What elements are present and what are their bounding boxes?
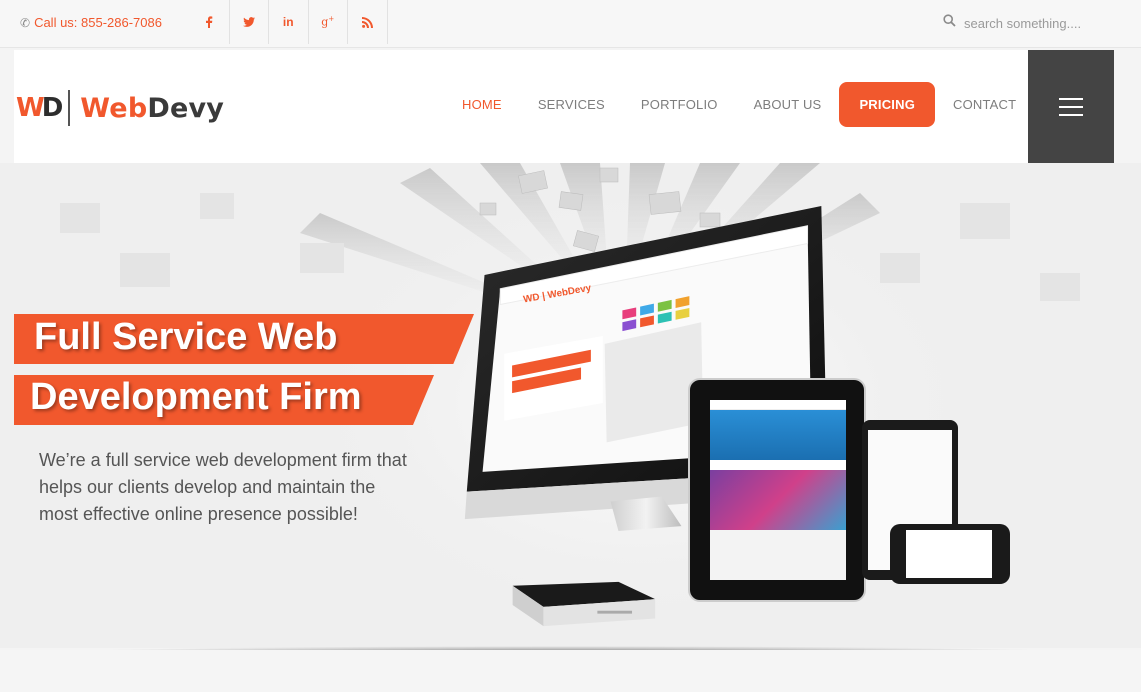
mac-mini-image: [512, 581, 656, 627]
nav-services[interactable]: SERVICES: [520, 97, 623, 112]
phone-icon: ✆: [20, 15, 31, 30]
search-icon[interactable]: [943, 14, 956, 32]
hero-description: We’re a full service web development fir…: [39, 450, 407, 524]
hero-headline-line-2: Development Firm: [30, 376, 362, 418]
search-input[interactable]: [964, 15, 1094, 31]
tablet-screen: [710, 400, 846, 580]
twitter-icon[interactable]: [230, 0, 269, 44]
nav-about-us[interactable]: ABOUT US: [736, 97, 840, 112]
nav-pricing-button[interactable]: PRICING: [839, 82, 936, 127]
main-nav: HOME SERVICES PORTFOLIO ABOUT US PRICING…: [444, 82, 1034, 127]
logo-divider: [68, 90, 71, 126]
site-header: WD WebDevy HOME SERVICES PORTFOLIO ABOUT…: [14, 50, 1114, 163]
search-box: [943, 13, 1103, 33]
nav-portfolio[interactable]: PORTFOLIO: [623, 97, 736, 112]
next-section: [0, 650, 1141, 692]
social-links: in g+: [190, 0, 388, 44]
logo[interactable]: WD WebDevy: [16, 90, 224, 126]
tablet-image: [688, 378, 866, 602]
logo-text: WebDevy: [80, 92, 225, 124]
hamburger-menu-icon[interactable]: [1028, 50, 1114, 163]
rss-icon[interactable]: [348, 0, 388, 44]
nav-contact[interactable]: CONTACT: [935, 97, 1034, 112]
top-bar: ✆ Call us: 855-286-7086 in g+: [0, 0, 1141, 48]
logo-mark: WD: [16, 93, 63, 123]
smartphone-image: [890, 524, 1010, 584]
phone-label: Call us: 855-286-7086: [34, 15, 162, 30]
google-plus-icon[interactable]: g+: [309, 0, 348, 44]
phone-contact[interactable]: ✆ Call us: 855-286-7086: [20, 15, 162, 30]
linkedin-icon[interactable]: in: [269, 0, 309, 44]
facebook-icon[interactable]: [190, 0, 230, 44]
hero-headline-line-1: Full Service Web: [34, 316, 338, 358]
nav-home[interactable]: HOME: [444, 97, 520, 112]
